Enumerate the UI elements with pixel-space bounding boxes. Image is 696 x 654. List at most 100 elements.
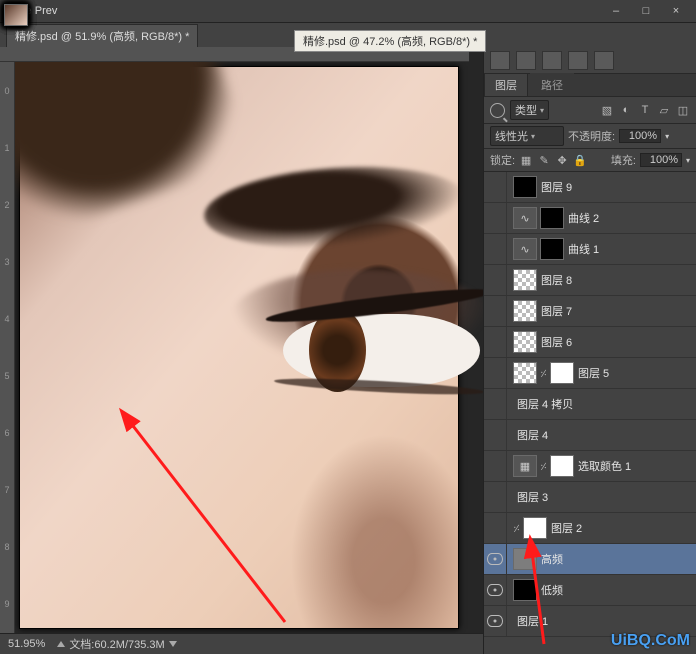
layer-name[interactable]: 图层 8 bbox=[541, 272, 572, 288]
layer-row[interactable]: ∿ 曲线 2 bbox=[484, 203, 696, 234]
layer-name[interactable]: 曲线 1 bbox=[568, 241, 599, 257]
layer-row[interactable]: 图层 6 bbox=[484, 327, 696, 358]
swatch-icon-5[interactable] bbox=[594, 51, 614, 70]
layer-row[interactable]: 低频 bbox=[484, 575, 696, 606]
layer-visibility-toggle[interactable] bbox=[484, 575, 507, 605]
filter-shape-icon[interactable]: ▱ bbox=[657, 103, 671, 117]
status-menu-icon[interactable] bbox=[169, 641, 177, 647]
fill-value[interactable]: 100% bbox=[640, 153, 682, 167]
canvas-image bbox=[19, 66, 459, 629]
layer-row[interactable]: 高频 bbox=[484, 544, 696, 575]
adjustment-thumb[interactable]: ▦ bbox=[513, 455, 537, 477]
layer-visibility-toggle[interactable] bbox=[484, 265, 507, 295]
filter-type-icon[interactable]: T bbox=[638, 103, 652, 117]
layer-visibility-toggle[interactable] bbox=[484, 296, 507, 326]
layer-row[interactable]: 图层 3 bbox=[484, 482, 696, 513]
window-maximize-button[interactable]: □ bbox=[632, 3, 660, 19]
tab-paths[interactable]: 路径 bbox=[530, 73, 574, 96]
layer-visibility-toggle[interactable] bbox=[484, 234, 507, 264]
lock-position-icon[interactable]: ✥ bbox=[555, 153, 569, 167]
layer-visibility-toggle[interactable] bbox=[484, 482, 507, 512]
swatch-icon-2[interactable] bbox=[516, 51, 536, 70]
layer-name[interactable]: 图层 1 bbox=[517, 613, 548, 629]
layer-row[interactable]: 图层 7 bbox=[484, 296, 696, 327]
layer-row[interactable]: ▦⸓ 选取颜色 1 bbox=[484, 451, 696, 482]
window-minimize-button[interactable]: – bbox=[602, 3, 630, 19]
eye-icon bbox=[487, 615, 503, 627]
document-tab-1[interactable]: 精修.psd @ 51.9% (高频, RGB/8*) * bbox=[6, 24, 198, 47]
layer-thumb[interactable] bbox=[513, 548, 537, 570]
layer-name[interactable]: 图层 4 bbox=[517, 427, 548, 443]
adjustment-thumb[interactable]: ∿ bbox=[513, 207, 537, 229]
layer-name[interactable]: 曲线 2 bbox=[568, 210, 599, 226]
layer-visibility-toggle[interactable] bbox=[484, 172, 507, 202]
adjustment-thumb[interactable]: ∿ bbox=[513, 238, 537, 260]
layer-visibility-toggle[interactable] bbox=[484, 420, 507, 450]
swatch-icon-4[interactable] bbox=[568, 51, 588, 70]
layer-row[interactable]: 图层 4 拷贝 bbox=[484, 389, 696, 420]
filter-image-icon[interactable]: ▧ bbox=[600, 103, 614, 117]
layer-filter-row: 类型▾ ▧ ◐ T ▱ ◫ bbox=[484, 97, 696, 124]
layer-thumb[interactable] bbox=[513, 269, 537, 291]
layer-thumb[interactable] bbox=[513, 362, 537, 384]
layer-visibility-toggle[interactable] bbox=[484, 358, 507, 388]
layer-visibility-toggle[interactable] bbox=[484, 451, 507, 481]
layer-name[interactable]: 图层 2 bbox=[551, 520, 582, 536]
layer-thumb[interactable] bbox=[513, 331, 537, 353]
layer-name[interactable]: 图层 6 bbox=[541, 334, 572, 350]
layer-row[interactable]: ∿ 曲线 1 bbox=[484, 234, 696, 265]
lock-pixels-icon[interactable]: ✎ bbox=[537, 153, 551, 167]
filter-smart-icon[interactable]: ◫ bbox=[676, 103, 690, 117]
layer-visibility-toggle[interactable] bbox=[484, 513, 507, 543]
layer-visibility-toggle[interactable] bbox=[484, 327, 507, 357]
window-close-button[interactable]: × bbox=[662, 3, 690, 19]
mask-thumb[interactable] bbox=[540, 207, 564, 229]
opacity-value[interactable]: 100% bbox=[619, 129, 661, 143]
chevron-down-icon[interactable]: ▾ bbox=[686, 156, 690, 165]
mask-thumb[interactable] bbox=[513, 579, 537, 601]
layer-row[interactable]: ⸓图层 2 bbox=[484, 513, 696, 544]
mask-thumb[interactable] bbox=[513, 176, 537, 198]
link-icon: ⸓ bbox=[540, 455, 547, 477]
status-popup-icon[interactable] bbox=[57, 641, 65, 647]
layer-row[interactable]: 图层 9 bbox=[484, 172, 696, 203]
tab-layers[interactable]: 图层 bbox=[484, 73, 528, 96]
layer-visibility-toggle[interactable] bbox=[484, 389, 507, 419]
layer-name[interactable]: 图层 9 bbox=[541, 179, 572, 195]
filter-adjust-icon[interactable]: ◐ bbox=[619, 103, 633, 117]
filter-kind-dropdown[interactable]: 类型▾ bbox=[510, 100, 549, 120]
layer-visibility-toggle[interactable] bbox=[484, 606, 507, 636]
document-canvas[interactable] bbox=[15, 62, 483, 633]
layer-visibility-toggle[interactable] bbox=[484, 544, 507, 574]
layer-row[interactable]: 图层 4 bbox=[484, 420, 696, 451]
lock-transparent-icon[interactable]: ▦ bbox=[519, 153, 533, 167]
chevron-down-icon[interactable]: ▾ bbox=[665, 132, 669, 141]
layer-name[interactable]: 图层 3 bbox=[517, 489, 548, 505]
mask-thumb[interactable] bbox=[540, 238, 564, 260]
layer-row[interactable]: 图层 8 bbox=[484, 265, 696, 296]
mask-thumb[interactable] bbox=[550, 455, 574, 477]
eye-icon bbox=[487, 553, 503, 565]
layer-name[interactable]: 高频 bbox=[541, 551, 563, 567]
layer-name[interactable]: 选取颜色 1 bbox=[578, 458, 631, 474]
layer-name[interactable]: 图层 4 拷贝 bbox=[517, 396, 573, 412]
layer-thumbs: ∿ bbox=[513, 207, 564, 229]
mask-thumb[interactable] bbox=[550, 362, 574, 384]
layer-name[interactable]: 图层 5 bbox=[578, 365, 609, 381]
layer-thumb[interactable] bbox=[513, 300, 537, 322]
titlebar: evice Prev – □ × bbox=[0, 0, 696, 23]
layer-name[interactable]: 低频 bbox=[541, 582, 563, 598]
lock-all-icon[interactable]: 🔒 bbox=[573, 153, 587, 167]
swatch-icon-3[interactable] bbox=[542, 51, 562, 70]
document-tab-2-tooltip[interactable]: 精修.psd @ 47.2% (高频, RGB/8*) * bbox=[294, 30, 486, 52]
swatch-icon[interactable] bbox=[490, 51, 510, 70]
layers-list[interactable]: 图层 9∿曲线 2∿曲线 1图层 8图层 7图层 6⸓图层 5图层 4 拷贝图层… bbox=[484, 172, 696, 654]
layer-name[interactable]: 图层 7 bbox=[541, 303, 572, 319]
layer-row[interactable]: ⸓图层 5 bbox=[484, 358, 696, 389]
chevron-down-icon: ▾ bbox=[531, 132, 535, 141]
blend-mode-dropdown[interactable]: 线性光▾ bbox=[490, 126, 564, 146]
ruler-vertical[interactable]: 0 1 2 3 4 5 6 7 8 9 bbox=[0, 62, 15, 633]
layer-visibility-toggle[interactable] bbox=[484, 203, 507, 233]
zoom-level[interactable]: 51.95% bbox=[8, 638, 45, 650]
mask-thumb[interactable] bbox=[523, 517, 547, 539]
